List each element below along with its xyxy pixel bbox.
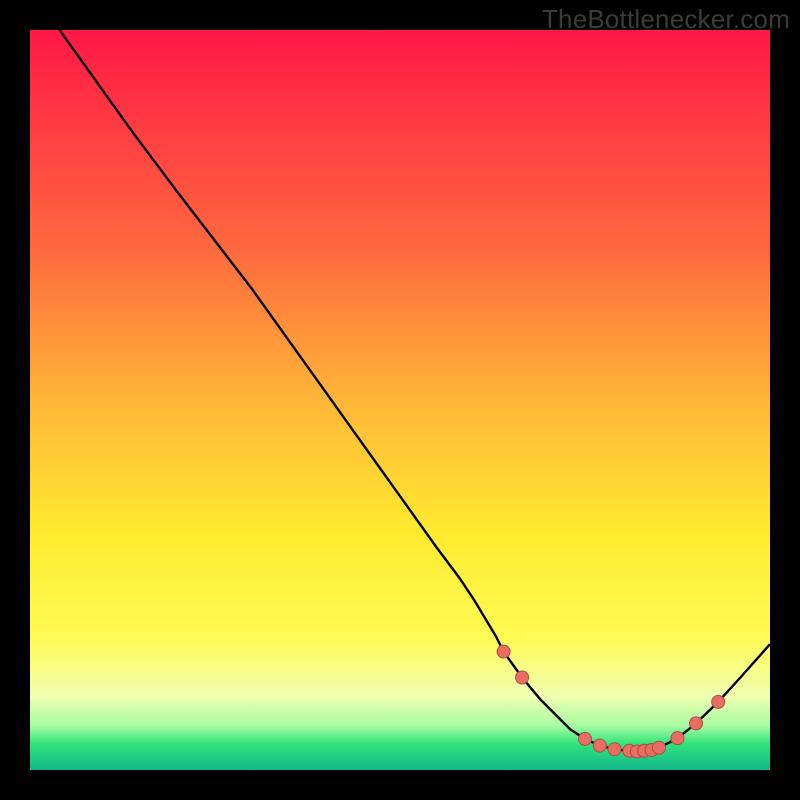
highlight-dot bbox=[671, 732, 684, 745]
highlight-dot bbox=[579, 732, 592, 745]
gradient-background bbox=[30, 30, 770, 770]
highlight-dot bbox=[653, 741, 666, 754]
highlight-dot bbox=[497, 645, 510, 658]
watermark-text: TheBottlenecker.com bbox=[542, 4, 790, 35]
highlight-dot bbox=[516, 671, 529, 684]
highlight-dot bbox=[712, 695, 725, 708]
chart-frame: TheBottlenecker.com bbox=[0, 0, 800, 800]
chart-svg bbox=[30, 30, 770, 770]
highlight-dot bbox=[690, 717, 703, 730]
highlight-dot bbox=[608, 743, 621, 756]
plot-area bbox=[30, 30, 770, 770]
highlight-dot bbox=[593, 739, 606, 752]
